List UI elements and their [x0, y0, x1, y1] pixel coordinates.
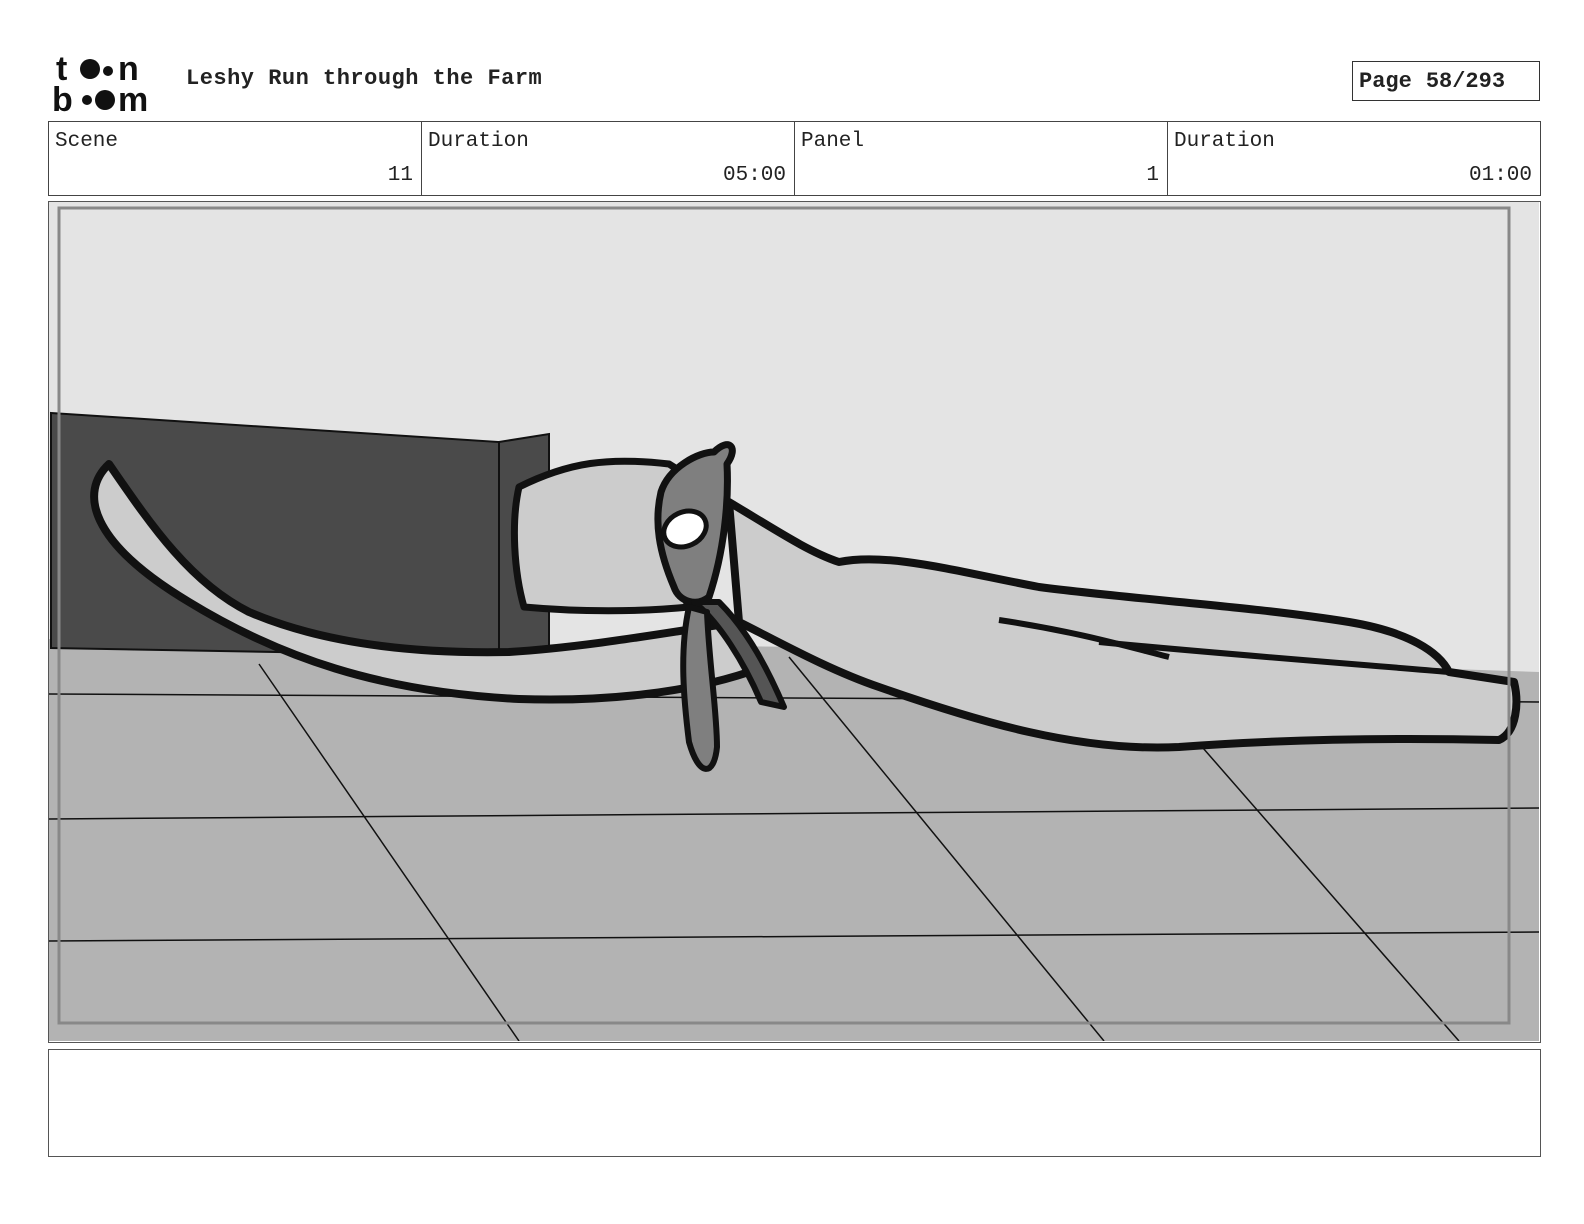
svg-text:b: b [52, 81, 73, 114]
panel-label: Panel [801, 130, 865, 153]
scene-duration-label: Duration [428, 130, 529, 153]
svg-text:m: m [118, 81, 148, 114]
panel-value: 1 [1146, 164, 1159, 187]
toon-boom-logo-icon: t n b m [52, 50, 148, 114]
project-title: Leshy Run through the Farm [186, 66, 543, 91]
scene-duration-cell: Duration 05:00 [422, 122, 795, 195]
panel-duration-cell: Duration 01:00 [1168, 122, 1540, 195]
panel-cell: Panel 1 [795, 122, 1168, 195]
storyboard-panel [48, 201, 1541, 1043]
panel-notes-box [48, 1049, 1541, 1157]
page-number: 58/293 [1425, 68, 1506, 94]
panel-drawing [49, 202, 1539, 1041]
page-indicator: Page 58/293 [1352, 61, 1540, 101]
panel-info-table: Scene 11 Duration 05:00 Panel 1 Duration… [48, 121, 1541, 196]
scene-label: Scene [55, 130, 119, 153]
panel-duration-value: 01:00 [1468, 164, 1532, 187]
scene-cell: Scene 11 [49, 122, 422, 195]
panel-duration-label: Duration [1174, 130, 1275, 153]
page-label: Page [1359, 68, 1412, 94]
scene-duration-value: 05:00 [722, 164, 786, 187]
scene-value: 11 [387, 164, 413, 187]
